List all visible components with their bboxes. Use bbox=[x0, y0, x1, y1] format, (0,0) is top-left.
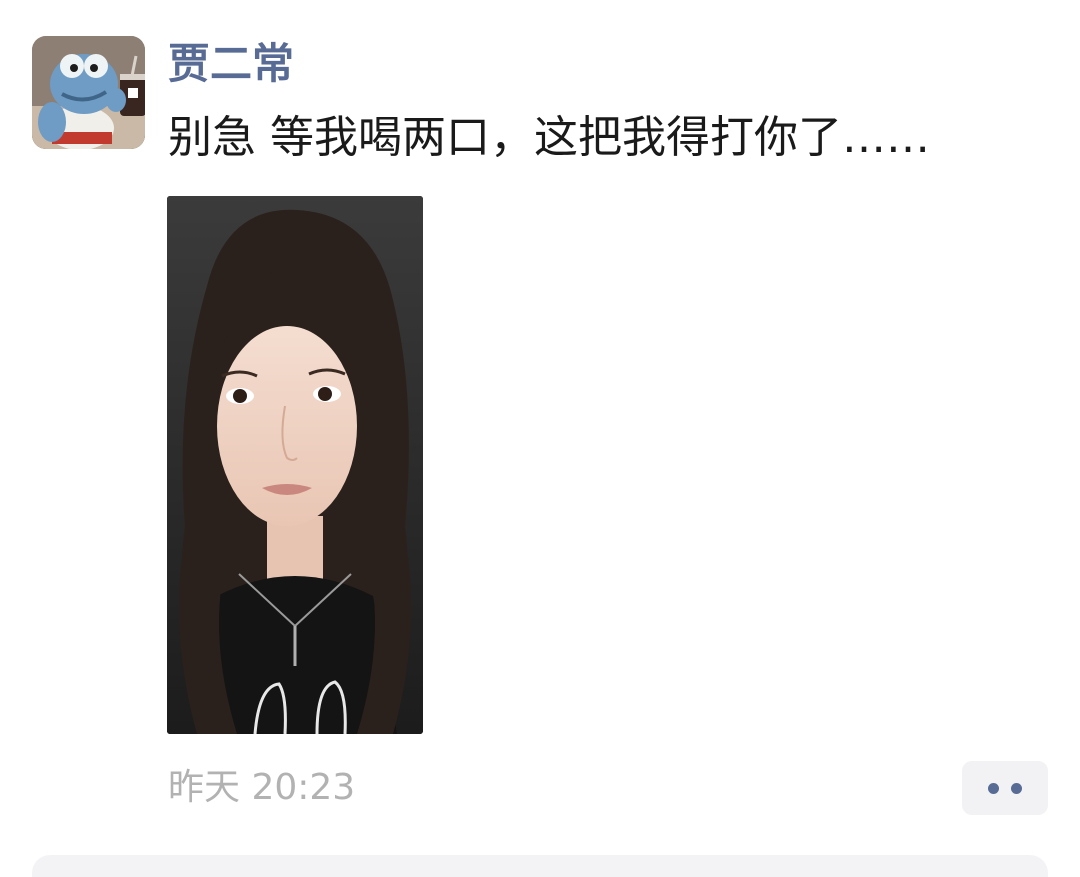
post-photo[interactable] bbox=[167, 196, 423, 734]
avatar-image bbox=[32, 36, 145, 149]
moments-post: 贾二常 别急 等我喝两口，这把我得打你了…… 昨天 20:23 bbox=[0, 0, 1080, 877]
portrait-image bbox=[167, 196, 423, 734]
post-timestamp: 昨天 20:23 bbox=[168, 767, 356, 808]
author-name[interactable]: 贾二常 bbox=[168, 38, 294, 90]
more-actions-button[interactable] bbox=[962, 761, 1048, 815]
post-text: 别急 等我喝两口，这把我得打你了…… bbox=[168, 112, 930, 163]
comment-area[interactable] bbox=[32, 855, 1048, 877]
author-avatar[interactable] bbox=[32, 36, 145, 149]
more-dots-icon bbox=[1011, 782, 1022, 794]
more-dots-icon bbox=[988, 782, 999, 794]
